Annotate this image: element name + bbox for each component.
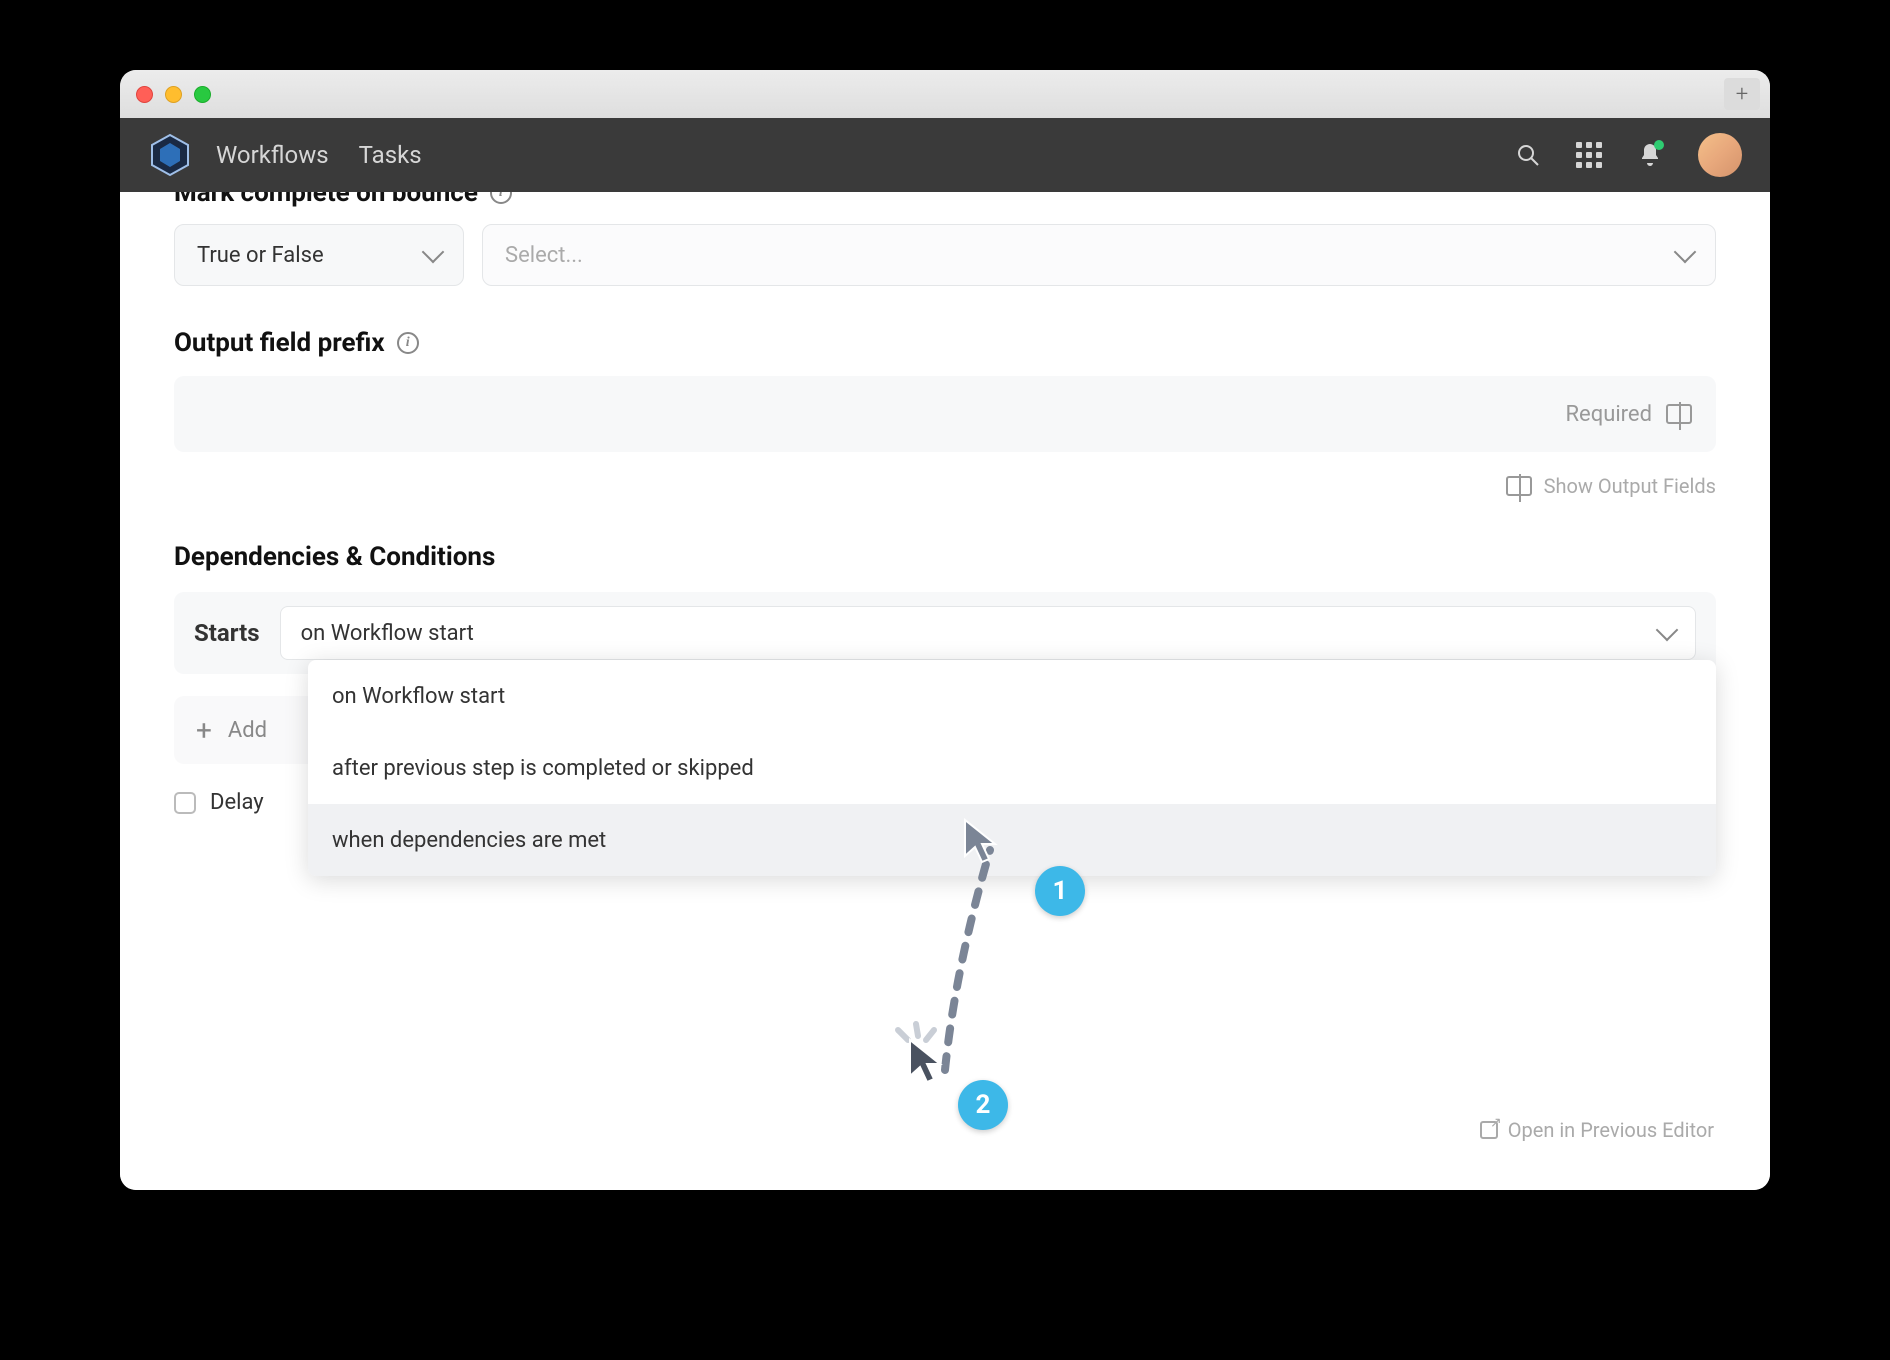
- apps-grid-icon[interactable]: [1576, 142, 1602, 168]
- external-link-icon: [1480, 1121, 1498, 1139]
- output-prefix-input[interactable]: Required: [174, 376, 1716, 452]
- delay-checkbox[interactable]: [174, 792, 196, 814]
- info-icon[interactable]: i: [490, 192, 512, 204]
- appbar: Workflows Tasks: [120, 118, 1770, 192]
- search-icon[interactable]: [1516, 143, 1540, 167]
- dropdown-option-workflow-start[interactable]: on Workflow start: [308, 660, 1716, 732]
- app-logo-icon[interactable]: [148, 133, 192, 177]
- bounce-value-placeholder: Select...: [505, 243, 583, 268]
- chevron-down-icon: [422, 241, 445, 264]
- open-previous-editor-link[interactable]: Open in Previous Editor: [1480, 1118, 1714, 1142]
- bounce-type-select[interactable]: True or False: [174, 224, 464, 286]
- output-prefix-heading: Output field prefix i: [174, 328, 1716, 358]
- delay-label: Delay: [210, 790, 264, 815]
- user-avatar[interactable]: [1698, 133, 1742, 177]
- required-label: Required: [1565, 402, 1652, 427]
- dropdown-option-dependencies-met[interactable]: when dependencies are met: [308, 804, 1716, 876]
- dropdown-option-previous-step[interactable]: after previous step is completed or skip…: [308, 732, 1716, 804]
- minimize-window-button[interactable]: [165, 86, 182, 103]
- show-output-fields-link[interactable]: Show Output Fields: [174, 474, 1716, 498]
- mark-complete-label: Mark complete on bounce: [174, 192, 478, 208]
- notification-dot: [1654, 140, 1664, 150]
- field-mapping-icon: [1666, 404, 1692, 424]
- starts-select[interactable]: on Workflow start: [280, 606, 1696, 660]
- starts-dropdown: on Workflow start after previous step is…: [308, 660, 1716, 876]
- content-area: Mark complete on bounce i True or False …: [120, 192, 1770, 1190]
- new-tab-button[interactable]: +: [1724, 78, 1760, 110]
- titlebar: +: [120, 70, 1770, 118]
- chevron-down-icon: [1674, 241, 1697, 264]
- bounce-value-select[interactable]: Select...: [482, 224, 1716, 286]
- notifications-icon[interactable]: [1638, 142, 1662, 168]
- starts-select-value: on Workflow start: [301, 621, 474, 646]
- app-window: + Workflows Tasks Mark complete on bounc…: [120, 70, 1770, 1190]
- info-icon[interactable]: i: [397, 332, 419, 354]
- bounce-type-value: True or False: [197, 243, 324, 268]
- nav-workflows[interactable]: Workflows: [216, 141, 329, 169]
- starts-label: Starts: [194, 619, 260, 647]
- output-prefix-label: Output field prefix: [174, 328, 385, 358]
- starts-row: Starts on Workflow start on Workflow sta…: [174, 592, 1716, 674]
- config-card: Mark complete on bounce i True or False …: [150, 192, 1740, 839]
- chevron-down-icon: [1656, 619, 1679, 642]
- field-mapping-icon: [1506, 476, 1532, 496]
- maximize-window-button[interactable]: [194, 86, 211, 103]
- open-previous-editor-label: Open in Previous Editor: [1508, 1118, 1714, 1142]
- plus-icon: +: [196, 714, 212, 747]
- nav-tasks[interactable]: Tasks: [359, 141, 422, 169]
- dependencies-heading: Dependencies & Conditions: [174, 542, 1716, 572]
- add-condition-label: Add: [228, 718, 267, 743]
- mark-complete-heading: Mark complete on bounce i: [174, 192, 1716, 208]
- close-window-button[interactable]: [136, 86, 153, 103]
- show-output-label: Show Output Fields: [1544, 474, 1716, 498]
- traffic-lights: [136, 86, 211, 103]
